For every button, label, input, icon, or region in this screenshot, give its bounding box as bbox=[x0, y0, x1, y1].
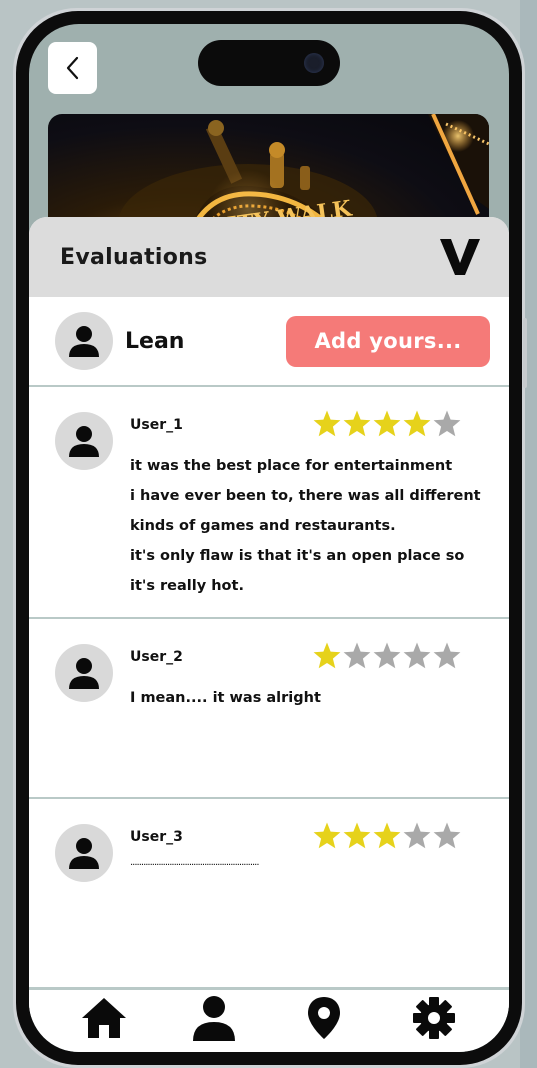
star-filled-icon bbox=[373, 822, 401, 849]
sheet-header: Evaluations bbox=[29, 217, 509, 297]
user-icon bbox=[69, 326, 99, 357]
review-username: User_2 bbox=[130, 649, 183, 665]
star-empty-icon bbox=[373, 642, 401, 669]
settings-gear-icon bbox=[413, 997, 455, 1039]
avatar bbox=[55, 312, 113, 370]
review-username: User_1 bbox=[130, 417, 183, 433]
star-filled-icon bbox=[313, 822, 341, 849]
avatar bbox=[55, 644, 113, 702]
review-text: it was the best place for entertainment … bbox=[130, 458, 481, 594]
reviews-list: User_1it was the best place for entertai… bbox=[29, 387, 509, 989]
star-filled-icon bbox=[343, 822, 371, 849]
nav-home[interactable] bbox=[77, 991, 131, 1045]
review-text: I mean.... it was alright bbox=[130, 690, 321, 706]
chevron-left-icon bbox=[66, 56, 78, 80]
star-empty-icon bbox=[403, 642, 431, 669]
star-empty-icon bbox=[403, 822, 431, 849]
front-camera bbox=[304, 53, 324, 73]
current-user-row: Lean Add yours... bbox=[29, 297, 509, 387]
star-empty-icon bbox=[433, 410, 461, 437]
avatar bbox=[55, 412, 113, 470]
star-rating bbox=[312, 821, 462, 851]
phone-bezel: CITY WALK Evaluations bbox=[16, 11, 522, 1065]
app-screen: CITY WALK Evaluations bbox=[29, 24, 509, 1052]
back-button[interactable] bbox=[48, 42, 97, 94]
sheet-title: Evaluations bbox=[60, 244, 208, 270]
star-filled-icon bbox=[343, 410, 371, 437]
review-item: User_3..................................… bbox=[29, 799, 509, 989]
review-text: ........................................… bbox=[130, 857, 260, 868]
review-item: User_1it was the best place for entertai… bbox=[29, 387, 509, 619]
evaluations-sheet: Evaluations Lean Add yours... User_1 it … bbox=[29, 217, 509, 1017]
user-icon bbox=[69, 838, 99, 869]
chevron-down-icon bbox=[440, 239, 480, 275]
bottom-navigation bbox=[29, 988, 509, 1052]
avatar bbox=[55, 824, 113, 882]
current-user-name: Lean bbox=[125, 328, 185, 354]
side-button bbox=[523, 318, 527, 388]
home-icon bbox=[82, 998, 126, 1038]
star-filled-icon bbox=[403, 410, 431, 437]
add-review-button[interactable]: Add yours... bbox=[286, 315, 490, 367]
review-username: User_3 bbox=[130, 829, 183, 845]
star-filled-icon bbox=[313, 642, 341, 669]
star-filled-icon bbox=[373, 410, 401, 437]
star-filled-icon bbox=[313, 410, 341, 437]
dynamic-island bbox=[198, 40, 340, 86]
star-rating bbox=[312, 409, 462, 439]
collapse-button[interactable] bbox=[437, 237, 483, 277]
user-icon bbox=[69, 426, 99, 457]
phone-frame: CITY WALK Evaluations bbox=[13, 8, 527, 1068]
nav-location[interactable] bbox=[297, 991, 351, 1045]
star-empty-icon bbox=[433, 822, 461, 849]
nav-settings[interactable] bbox=[407, 991, 461, 1045]
profile-icon bbox=[193, 996, 235, 1041]
user-icon bbox=[69, 658, 99, 689]
star-empty-icon bbox=[343, 642, 371, 669]
star-empty-icon bbox=[433, 642, 461, 669]
review-item: User_2 I mean.... it was alright bbox=[29, 619, 509, 799]
location-pin-icon bbox=[308, 997, 340, 1039]
star-rating bbox=[312, 641, 462, 671]
nav-profile[interactable] bbox=[187, 991, 241, 1045]
